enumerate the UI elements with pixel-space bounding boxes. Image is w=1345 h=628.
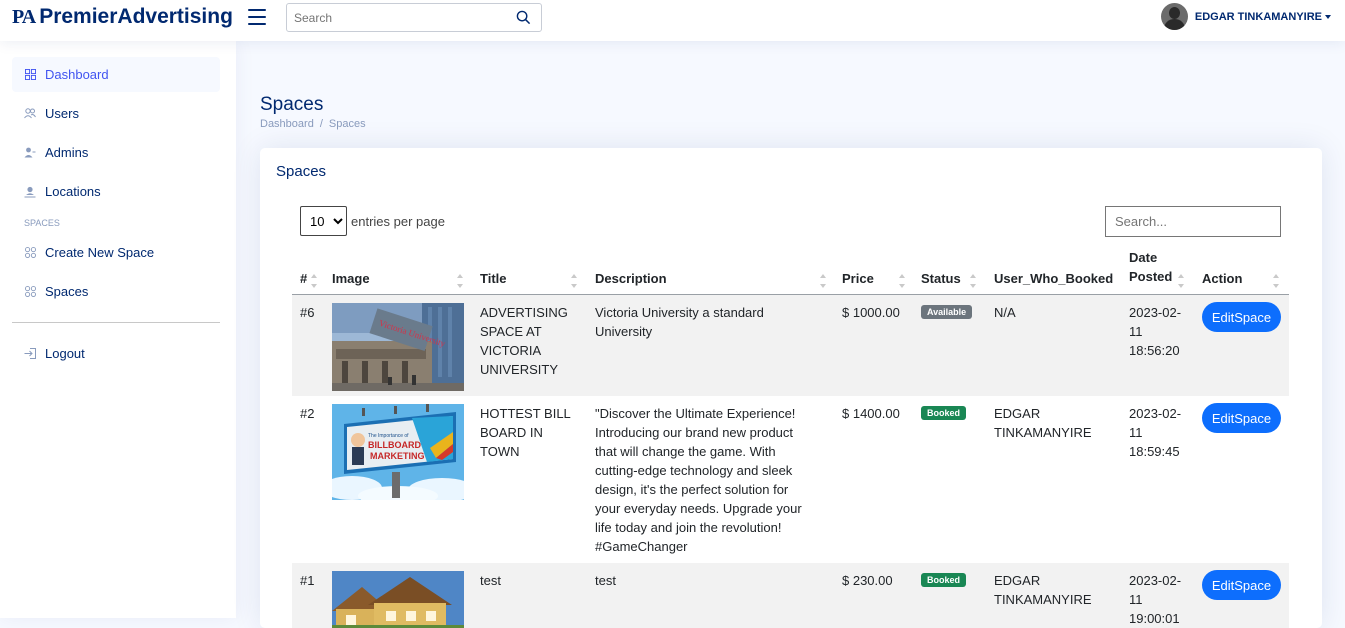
entries-per-page-select[interactable]: 10	[300, 206, 347, 236]
breadcrumb: Dashboard / Spaces	[260, 118, 366, 130]
logo-mark: PA	[12, 5, 36, 28]
sort-icon	[570, 274, 578, 288]
sort-icon	[1177, 274, 1185, 288]
logo-text: PremierAdvertising	[39, 5, 233, 28]
nav-heading-spaces: SPACES	[24, 218, 60, 228]
sidebar-item-admins[interactable]: Admins	[12, 135, 220, 170]
column-header-title[interactable]: Title	[480, 248, 580, 294]
avatar	[1160, 3, 1188, 30]
sidebar-item-logout[interactable]: Logout	[12, 336, 220, 371]
status-badge: Booked	[921, 406, 967, 420]
column-header-user-who-booked[interactable]: User_Who_Booked	[994, 248, 1118, 294]
people-icon	[24, 108, 36, 120]
row-price: $ 230.00	[842, 573, 893, 588]
logo[interactable]: PA PremierAdvertising	[12, 5, 233, 29]
entries-per-page-label: entries per page	[351, 213, 445, 229]
grid-icon	[24, 247, 36, 259]
sort-icon	[310, 274, 318, 288]
billboard-text-line1: The Importance of	[368, 433, 409, 439]
sidebar-item-label: Logout	[45, 346, 85, 361]
table-row: #6 Victoria University ADVERTISING SPACE…	[292, 295, 1289, 396]
sidebar-item-label: Users	[45, 106, 79, 121]
victoria-university-photo: Victoria University	[332, 303, 464, 391]
column-header-status[interactable]: Status	[921, 248, 979, 294]
table-row: #2 The Importance of BILLBOARD MARKETING…	[292, 396, 1289, 563]
edit-space-button[interactable]: EditSpace	[1202, 403, 1281, 433]
row-description: Victoria University a standard Universit…	[595, 305, 764, 339]
search-icon[interactable]	[516, 10, 531, 25]
sidebar-item-spaces[interactable]: Spaces	[12, 274, 220, 309]
page-title: Spaces	[260, 94, 324, 115]
grid-icon	[24, 286, 36, 298]
table-row: #1 test test $ 230.00 Booked EDGAR TINKA…	[292, 563, 1289, 628]
row-price: $ 1400.00	[842, 406, 900, 421]
search-input[interactable]	[287, 4, 507, 31]
entries-per-page: 10 entries per page	[300, 206, 445, 236]
search-bar	[286, 3, 542, 32]
card-title: Spaces	[276, 163, 327, 180]
column-header-image[interactable]: Image	[332, 248, 466, 294]
row-user: EDGAR TINKAMANYIRE	[994, 573, 1092, 607]
sidebar-item-label: Create New Space	[45, 245, 155, 260]
table-search-input[interactable]	[1105, 206, 1281, 237]
breadcrumb-current: Spaces	[328, 118, 366, 130]
billboard-text-line2: BILLBOARD	[368, 440, 421, 450]
breadcrumb-separator: /	[319, 118, 323, 130]
billboard-text-line3: MARKETING	[370, 451, 425, 461]
spaces-card: Spaces 10 entries per page # Image Title…	[260, 148, 1322, 628]
status-badge: Booked	[921, 573, 967, 587]
row-id: #1	[300, 573, 315, 588]
breadcrumb-dashboard-link[interactable]: Dashboard	[260, 118, 314, 130]
column-header-date-posted[interactable]: Date Posted	[1129, 248, 1187, 294]
sidebar-item-users[interactable]: Users	[12, 96, 220, 131]
status-badge: Available	[921, 305, 973, 319]
sort-icon	[819, 274, 827, 288]
row-title: ADVERTISING SPACE AT VICTORIA UNIVERSITY	[480, 305, 568, 377]
top-header: PA PremierAdvertising EDGAR TINKAMANYIRE	[0, 0, 1345, 41]
logout-icon	[24, 348, 36, 360]
sort-icon	[1272, 274, 1280, 288]
column-header-price[interactable]: Price	[842, 248, 908, 294]
row-date: 2023-02-11 19:00:01	[1129, 573, 1182, 626]
sidebar-item-locations[interactable]: Locations	[12, 174, 220, 209]
row-title: test	[480, 573, 501, 588]
profile-name: EDGAR TINKAMANYIRE	[1194, 10, 1322, 23]
sidebar-divider	[12, 322, 220, 323]
sidebar-item-label: Admins	[45, 145, 89, 160]
menu-toggle-icon[interactable]	[248, 9, 266, 25]
profile-dropdown[interactable]: EDGAR TINKAMANYIRE	[1160, 3, 1331, 30]
row-date: 2023-02-11 18:59:45	[1129, 406, 1182, 459]
sidebar-item-label: Spaces	[45, 284, 89, 299]
column-header-description[interactable]: Description	[595, 248, 829, 294]
row-description: test	[595, 573, 616, 588]
row-price: $ 1000.00	[842, 305, 900, 320]
edit-space-button[interactable]: EditSpace	[1202, 302, 1281, 332]
row-title: HOTTEST BILL BOARD IN TOWN	[480, 406, 571, 459]
row-id: #2	[300, 406, 315, 421]
row-user: N/A	[994, 305, 1016, 320]
house-photo	[332, 571, 464, 628]
edit-space-button[interactable]: EditSpace	[1202, 570, 1281, 600]
sort-icon	[456, 274, 464, 288]
column-header-action[interactable]: Action	[1202, 248, 1282, 294]
sidebar-item-dashboard[interactable]: Dashboard	[12, 57, 220, 92]
person-gear-icon	[24, 147, 36, 159]
sort-icon	[898, 274, 906, 288]
sidebar-item-create-new-space[interactable]: Create New Space	[12, 235, 220, 270]
row-date: 2023-02-11 18:56:20	[1129, 305, 1182, 358]
sidebar: Dashboard Users Admins Locations SPACES …	[0, 41, 236, 618]
row-user: EDGAR TINKAMANYIRE	[994, 406, 1092, 440]
billboard-marketing-photo: The Importance of BILLBOARD MARKETING	[332, 404, 464, 500]
row-description: "Discover the Ultimate Experience! Intro…	[595, 406, 802, 554]
chevron-down-icon	[1325, 14, 1331, 19]
person-pin-icon	[24, 186, 36, 198]
row-id: #6	[300, 305, 315, 320]
grid-icon	[24, 69, 36, 81]
sidebar-item-label: Locations	[45, 184, 101, 199]
sort-icon	[969, 274, 977, 288]
column-header-id[interactable]: #	[300, 248, 320, 294]
sidebar-item-label: Dashboard	[45, 67, 109, 82]
